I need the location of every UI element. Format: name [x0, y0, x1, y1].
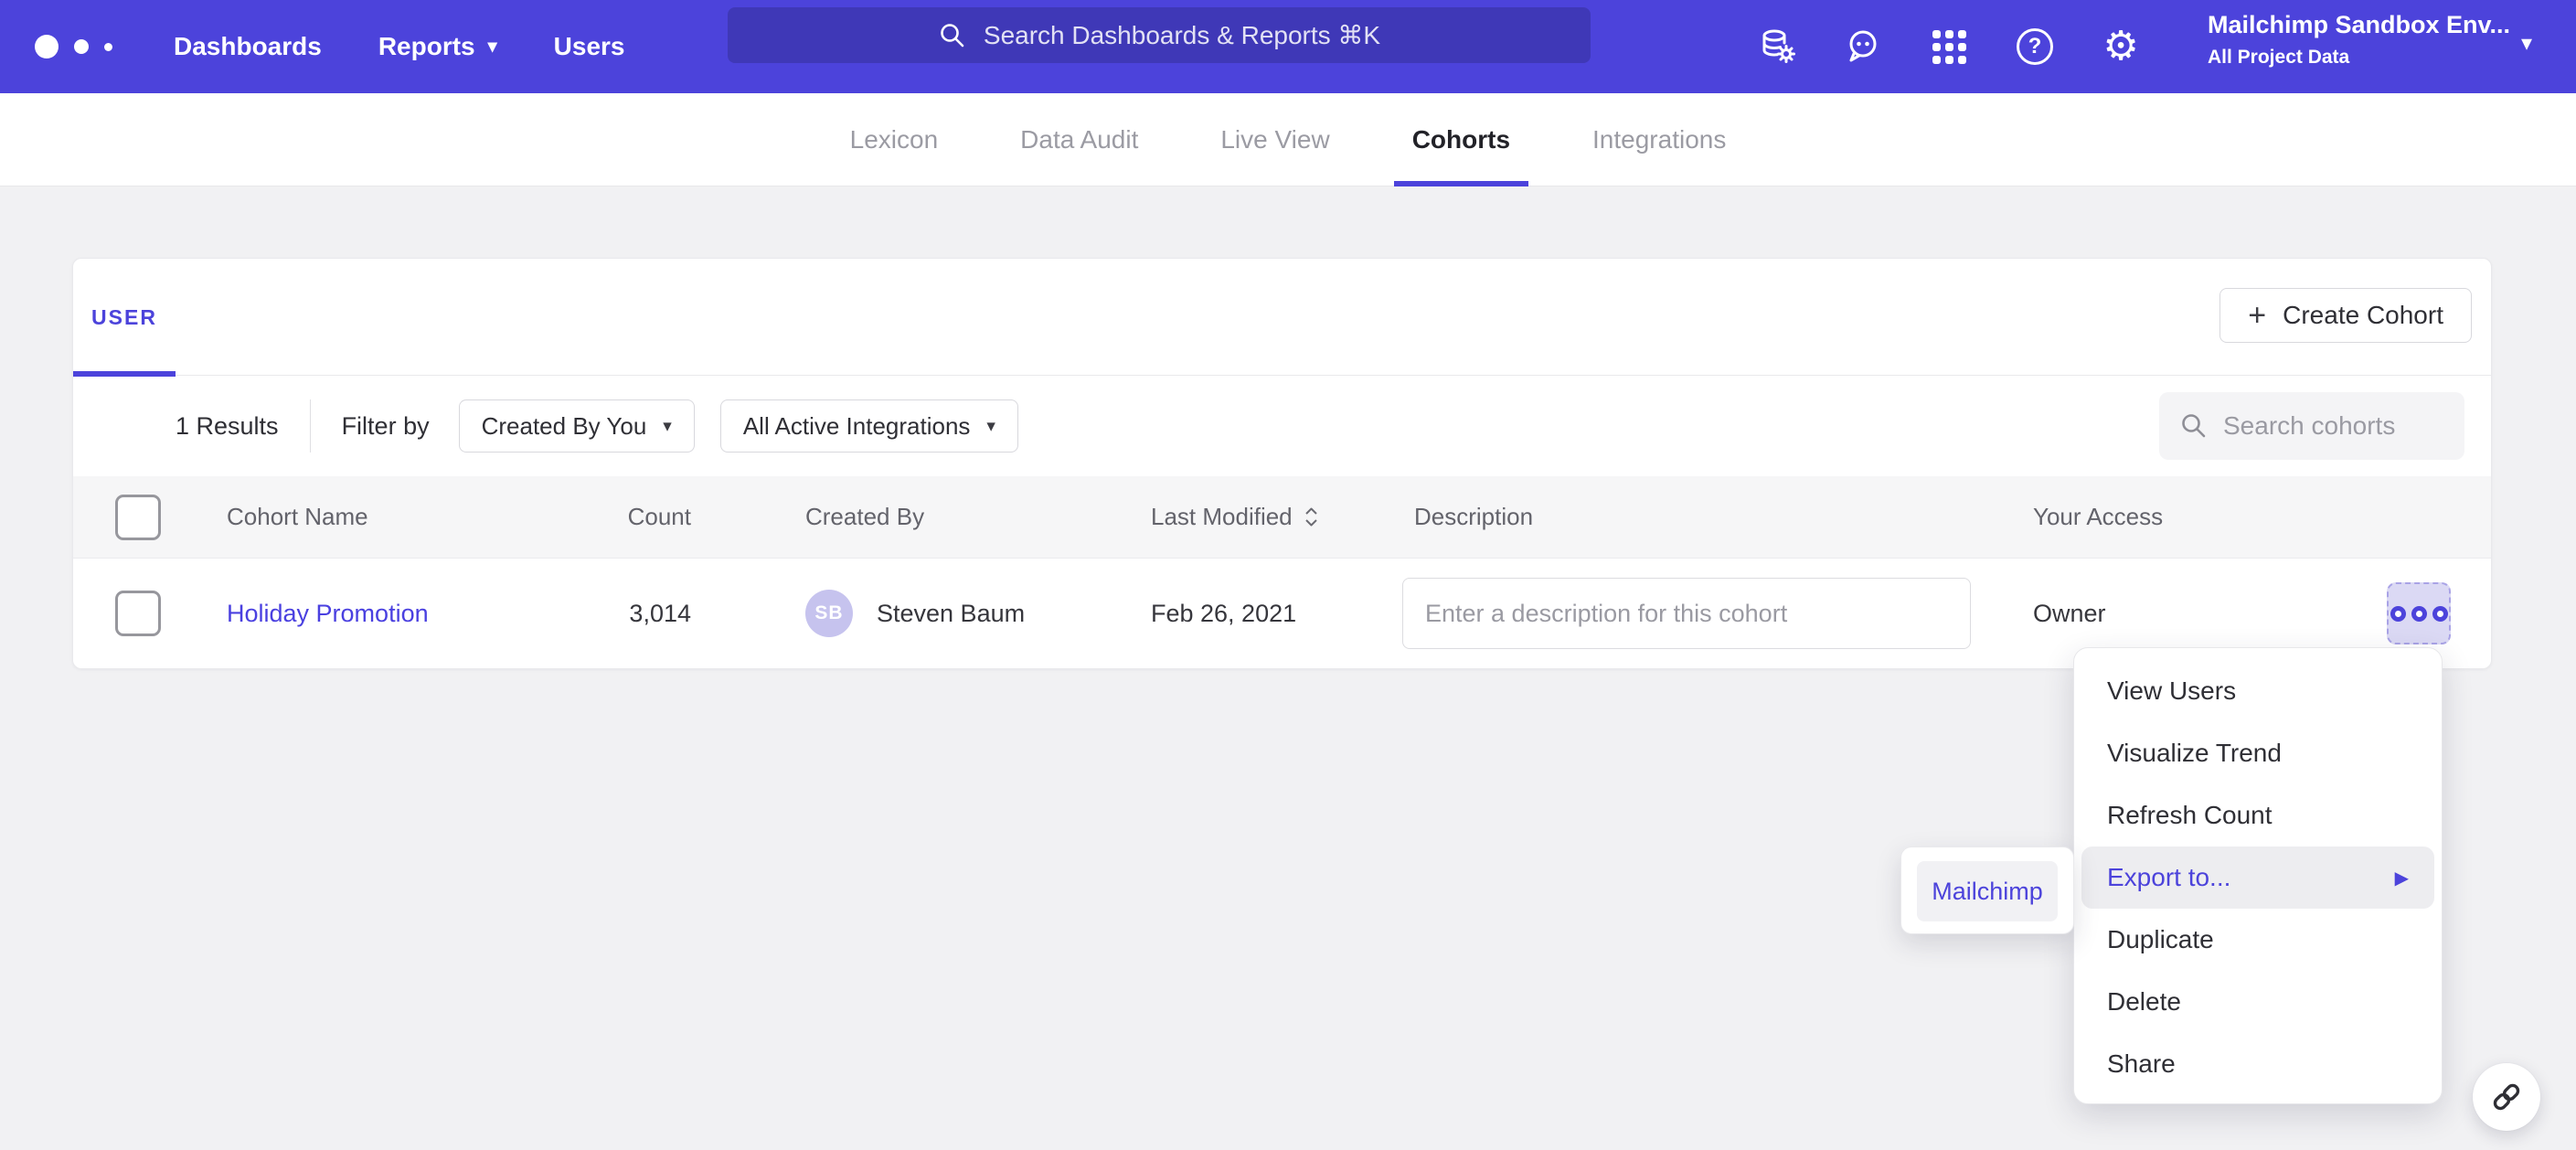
created-by-name: Steven Baum [877, 600, 1025, 628]
row-more-options-button[interactable] [2387, 582, 2451, 644]
menu-item-refresh-count[interactable]: Refresh Count [2074, 784, 2442, 847]
filter-toolbar: 1 Results Filter by Created By You ▾ All… [73, 376, 2491, 476]
chevron-down-icon: ▾ [663, 418, 672, 435]
cohorts-panel: USER + Create Cohort 1 Results Filter by… [72, 258, 2492, 669]
results-count: 1 Results [176, 412, 279, 441]
submenu-item-mailchimp[interactable]: Mailchimp [1917, 861, 2058, 921]
nav-utility-icons: ? ⚙ [1757, 0, 2141, 93]
section-tabbar: Lexicon Data Audit Live View Cohorts Int… [0, 93, 2576, 186]
menu-item-visualize-trend[interactable]: Visualize Trend [2074, 722, 2442, 784]
project-caret-icon[interactable]: ▾ [2521, 33, 2532, 55]
settings-gear-icon[interactable]: ⚙ [2101, 27, 2141, 67]
column-cohort-name[interactable]: Cohort Name [227, 476, 368, 558]
create-cohort-label: Create Cohort [2283, 301, 2443, 330]
grid-glyph [1932, 30, 1966, 64]
tab-integrations[interactable]: Integrations [1574, 93, 1744, 186]
nav-item-users[interactable]: Users [554, 32, 625, 61]
link-icon [2489, 1080, 2524, 1114]
chevron-down-icon: ▾ [488, 37, 497, 56]
row-context-menu: View Users Visualize Trend Refresh Count… [2073, 647, 2443, 1104]
search-icon [2179, 411, 2209, 441]
sort-icon [1304, 505, 1319, 529]
menu-item-view-users[interactable]: View Users [2074, 660, 2442, 722]
apps-grid-icon[interactable] [1929, 27, 1969, 67]
copy-link-fab[interactable] [2473, 1063, 2540, 1131]
menu-item-export-to-label: Export to... [2107, 863, 2230, 892]
tab-live-view[interactable]: Live View [1202, 93, 1347, 186]
created-by-cell: SB Steven Baum [805, 559, 1025, 668]
global-search-placeholder: Search Dashboards & Reports ⌘K [984, 20, 1380, 50]
logo-dot [74, 39, 89, 54]
column-created-by[interactable]: Created By [805, 476, 924, 558]
nav-item-reports-label: Reports [378, 32, 475, 61]
global-search-input[interactable]: Search Dashboards & Reports ⌘K [728, 7, 1591, 63]
data-management-icon[interactable] [1757, 27, 1797, 67]
row-checkbox[interactable] [115, 591, 161, 636]
menu-item-delete[interactable]: Delete [2074, 971, 2442, 1033]
column-last-modified-label: Last Modified [1151, 503, 1293, 531]
logo-dot [35, 35, 59, 59]
feedback-chat-icon[interactable] [1843, 27, 1883, 67]
logo-dot [104, 43, 112, 51]
cohort-name-link[interactable]: Holiday Promotion [227, 559, 429, 668]
column-your-access: Your Access [2033, 476, 2163, 558]
cohort-count: 3,014 [527, 559, 691, 668]
menu-item-duplicate[interactable]: Duplicate [2074, 909, 2442, 971]
more-options-dot [2411, 606, 2427, 622]
divider [310, 399, 311, 453]
cohort-search-box [2159, 392, 2464, 460]
help-icon[interactable]: ? [2015, 27, 2055, 67]
column-count[interactable]: Count [527, 476, 691, 558]
submenu-arrow-icon: ▶ [2395, 867, 2409, 889]
project-name: Mailchimp Sandbox Env... [2208, 11, 2518, 39]
top-navigation: Dashboards Reports ▾ Users Search Dashbo… [0, 0, 2576, 93]
tab-data-audit[interactable]: Data Audit [1002, 93, 1156, 186]
export-to-submenu: Mailchimp [1900, 847, 2074, 934]
column-description: Description [1414, 476, 1533, 558]
tab-cohorts[interactable]: Cohorts [1394, 93, 1528, 186]
mixpanel-logo-icon[interactable] [35, 35, 133, 59]
created-by-filter-label: Created By You [482, 412, 647, 441]
tab-lexicon[interactable]: Lexicon [832, 93, 957, 186]
project-data-scope: All Project Data [2208, 47, 2518, 69]
plus-icon: + [2248, 300, 2266, 331]
table-header: Cohort Name Count Created By Last Modifi… [73, 476, 2491, 559]
question-mark-glyph: ? [2017, 28, 2053, 65]
menu-item-export-to[interactable]: Export to... ▶ [2081, 847, 2434, 909]
more-options-dot [2390, 606, 2406, 622]
more-options-dot [2432, 606, 2448, 622]
integrations-filter-label: All Active Integrations [743, 412, 971, 441]
chevron-down-icon: ▾ [986, 418, 995, 435]
description-input[interactable] [1402, 578, 1971, 649]
panel-header: USER + Create Cohort [73, 259, 2491, 376]
integrations-filter-dropdown[interactable]: All Active Integrations ▾ [720, 399, 1018, 453]
gear-glyph: ⚙ [2102, 27, 2138, 67]
last-modified-cell: Feb 26, 2021 [1151, 559, 1296, 668]
search-icon [938, 21, 967, 50]
menu-item-share[interactable]: Share [2074, 1033, 2442, 1095]
avatar: SB [805, 590, 853, 637]
nav-item-dashboards[interactable]: Dashboards [174, 32, 322, 61]
select-all-checkbox[interactable] [115, 495, 161, 540]
cohort-search-input[interactable] [2223, 411, 2433, 441]
tab-user-cohorts[interactable]: USER [73, 259, 176, 376]
project-switcher[interactable]: Mailchimp Sandbox Env... All Project Dat… [2208, 11, 2518, 69]
nav-item-reports[interactable]: Reports ▾ [378, 32, 497, 61]
create-cohort-button[interactable]: + Create Cohort [2219, 288, 2472, 343]
created-by-filter-dropdown[interactable]: Created By You ▾ [459, 399, 695, 453]
column-last-modified[interactable]: Last Modified [1151, 476, 1319, 558]
filter-by-label: Filter by [342, 412, 430, 441]
primary-nav: Dashboards Reports ▾ Users [174, 32, 625, 61]
